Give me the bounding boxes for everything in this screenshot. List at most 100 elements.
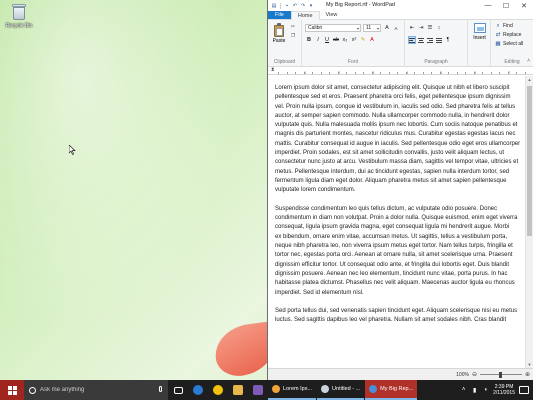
zoom-level: 100% — [456, 371, 469, 378]
replace-icon: ⇄ — [495, 32, 501, 38]
customize-chevron-down-icon[interactable]: ▾ — [308, 3, 314, 9]
italic-button[interactable]: I — [314, 36, 322, 44]
ruler-tick — [354, 72, 356, 74]
align-center-button[interactable] — [417, 36, 425, 44]
zoom-slider-knob[interactable] — [499, 371, 503, 378]
ruler-tick — [388, 72, 390, 74]
wordpad-app-icon[interactable]: ▤ — [271, 3, 277, 9]
ruler-tick — [524, 72, 526, 74]
text-line: Suspendisse condimentum leo quis tellus … — [275, 205, 498, 212]
document-area[interactable]: Lorem ipsum dolor sit amet, consectetur … — [268, 76, 526, 368]
scroll-up-icon[interactable]: ▲ — [526, 76, 533, 83]
paragraph-group-label: Paragraph — [424, 59, 448, 65]
tab-home[interactable]: Home — [290, 11, 320, 20]
highlight-color-icon[interactable]: ✎ — [359, 36, 367, 44]
emoji-app-button[interactable] — [208, 380, 228, 400]
system-tray: ˄ ▮ ◖ 2:39 PM 2/11/2015 — [460, 380, 533, 400]
text-line: luctus. Sed sagittis dapibus leo vel pha… — [275, 317, 507, 324]
edge-button[interactable] — [188, 380, 208, 400]
paste-label: Paste — [272, 38, 286, 44]
task-view-button[interactable] — [168, 380, 188, 400]
taskbar-item-paint[interactable]: Untitled - ... — [317, 380, 365, 400]
grow-font-icon[interactable]: A — [383, 24, 391, 32]
cut-icon[interactable]: ✂ — [289, 24, 297, 30]
text-line: magnis dis parturient montes, nascetur r… — [275, 131, 516, 138]
zoom-out-icon[interactable]: ⊖ — [472, 371, 477, 378]
tab-view[interactable]: View — [320, 11, 344, 19]
paint-icon — [321, 385, 330, 393]
zoom-slider[interactable] — [479, 371, 522, 379]
ruler-tick — [422, 72, 424, 74]
start-button[interactable] — [0, 380, 24, 400]
taskbar-item-label: Untitled - ... — [332, 386, 361, 392]
text-line: mattis. Curabitur consequat id augue in … — [275, 140, 521, 147]
taskbar-item-wordpad[interactable]: My Big Rep... — [365, 380, 418, 400]
chevron-up-icon[interactable]: ˄ — [460, 387, 467, 394]
maximize-button[interactable]: ☐ — [497, 0, 515, 11]
ruler[interactable]: ⧗ 1234567 — [268, 67, 533, 75]
insert-button[interactable]: Insert — [471, 23, 488, 41]
save-icon[interactable]: ▪ — [284, 3, 290, 9]
find-button[interactable]: ⌕ Find — [495, 22, 512, 30]
text-line: habitasse platea dictumst. Phasellus nec… — [275, 280, 515, 287]
store-icon — [253, 385, 263, 395]
clock[interactable]: 2:39 PM 2/11/2015 — [493, 384, 515, 396]
underline-button[interactable]: U — [323, 36, 331, 44]
strikethrough-button[interactable]: ab — [332, 36, 340, 44]
superscript-button[interactable]: x² — [350, 36, 358, 44]
paragraph[interactable]: Lorem ipsum dolor sit amet, consectetur … — [275, 84, 526, 196]
copy-icon[interactable]: ❐ — [289, 33, 297, 39]
subscript-button[interactable]: x₂ — [341, 36, 349, 44]
document-text[interactable]: Lorem ipsum dolor sit amet, consectetur … — [275, 84, 526, 335]
search-input[interactable] — [40, 387, 140, 393]
vertical-scrollbar[interactable]: ▲ ▼ — [525, 76, 533, 368]
text-line: condimentum in diam non volutpat. Proin … — [275, 215, 518, 222]
title-bar[interactable]: ▤ ▪ ↶ ↷ ▾ My Big Report.rtf - WordPad — … — [268, 0, 533, 11]
increase-indent-icon[interactable]: ⇥ — [417, 24, 425, 32]
task-view-icon — [173, 386, 183, 394]
shrink-font-icon[interactable]: A — [392, 24, 400, 32]
scroll-down-icon[interactable]: ▼ — [526, 361, 533, 368]
microphone-icon[interactable] — [159, 386, 162, 392]
ruler-tick — [329, 72, 330, 74]
paste-button[interactable]: Paste — [271, 23, 287, 44]
recycle-bin-shortcut[interactable]: Recycle Bin — [3, 3, 35, 29]
cortana-search-box[interactable] — [24, 380, 168, 400]
replace-button[interactable]: ⇄ Replace — [495, 32, 522, 38]
minimize-button[interactable]: — — [479, 0, 497, 11]
bold-button[interactable]: B — [305, 36, 313, 44]
zoom-in-icon[interactable]: ⊕ — [525, 371, 530, 378]
picture-icon — [473, 23, 486, 33]
select-all-button[interactable]: ▦ Select all — [495, 41, 523, 47]
line-spacing-icon[interactable]: ↕ — [435, 24, 443, 32]
font-size-select[interactable]: 11 ▾ — [363, 24, 381, 32]
paragraph-settings-icon[interactable]: ¶ — [444, 36, 452, 44]
close-button[interactable]: ✕ — [515, 0, 533, 11]
text-line: dignissim posuere. Aenean nec leo elemen… — [275, 270, 508, 277]
clipboard-group: Paste ✂ ❐ Clipboard — [268, 20, 302, 66]
collapse-ribbon-chevron-up-icon[interactable]: ˄ — [527, 58, 530, 64]
tab-file[interactable]: File — [268, 11, 291, 19]
file-explorer-button[interactable] — [228, 380, 248, 400]
align-right-button[interactable] — [426, 36, 434, 44]
network-icon[interactable]: ▮ — [471, 387, 478, 394]
font-family-select[interactable]: Calibri ▾ — [305, 24, 361, 32]
store-button[interactable] — [248, 380, 268, 400]
binoculars-icon: ⌕ — [496, 22, 500, 29]
bullet-list-icon[interactable]: ☰ — [426, 24, 434, 32]
taskbar-item-chrome[interactable]: Lorem Ips... — [268, 380, 317, 400]
align-left-button[interactable] — [408, 36, 416, 44]
font-color-icon[interactable]: A — [368, 36, 376, 44]
text-line: Sed porta tellus dui, sed venenatis sapi… — [275, 308, 518, 315]
ruler-tick — [490, 72, 492, 74]
text-line: vulputate lorem condimentum. — [275, 187, 356, 194]
paragraph[interactable]: Sed porta tellus dui, sed venenatis sapi… — [275, 307, 526, 326]
undo-icon[interactable]: ↶ — [292, 3, 298, 9]
decrease-indent-icon[interactable]: ⇤ — [408, 24, 416, 32]
redo-icon[interactable]: ↷ — [300, 3, 306, 9]
paragraph[interactable]: Suspendisse condimentum leo quis tellus … — [275, 205, 526, 298]
action-center-icon[interactable] — [519, 386, 529, 394]
volume-icon[interactable]: ◖ — [482, 387, 489, 394]
scrollbar-thumb[interactable] — [527, 86, 532, 236]
justify-button[interactable] — [435, 36, 443, 44]
